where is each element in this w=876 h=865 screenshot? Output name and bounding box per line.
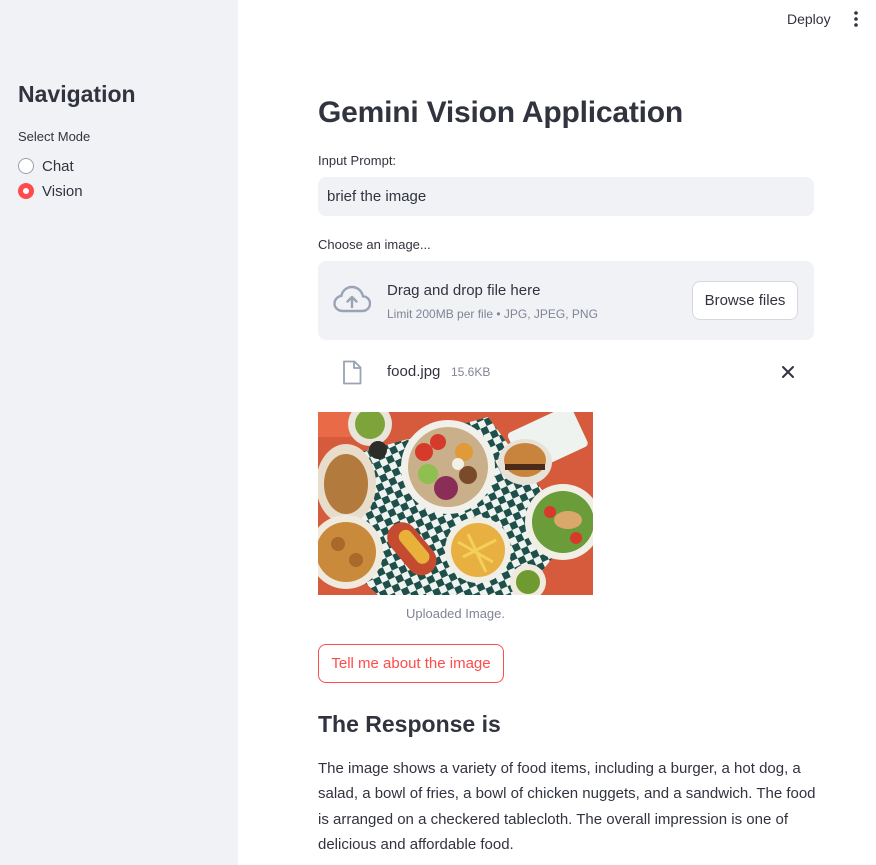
radio-checked-icon	[18, 183, 34, 199]
select-mode-label: Select Mode	[18, 129, 91, 144]
radio-option-label: Vision	[42, 182, 83, 200]
image-caption: Uploaded Image.	[405, 606, 505, 621]
radio-option-label: Chat	[42, 157, 74, 175]
image-uploader-label: Choose an image...	[318, 237, 431, 252]
uploaded-file-item: food.jpg 15.6KB	[318, 352, 814, 392]
close-icon[interactable]	[780, 364, 796, 380]
tell-me-about-image-button[interactable]: Tell me about the image	[318, 644, 504, 683]
response-title: The Response is	[318, 711, 501, 737]
prompt-label: Input Prompt:	[318, 153, 397, 168]
prompt-input[interactable]	[318, 177, 814, 216]
dropzone-limits: Limit 200MB per file • JPG, JPEG, PNG	[387, 307, 598, 321]
page-title: Gemini Vision Application	[318, 96, 684, 129]
radio-unchecked-icon	[18, 158, 34, 174]
radio-option-vision[interactable]: Vision	[18, 181, 83, 201]
sidebar: Navigation Select Mode Chat Vision	[0, 0, 238, 865]
file-size: 15.6KB	[451, 365, 491, 379]
file-icon	[343, 360, 362, 385]
radio-option-chat[interactable]: Chat	[18, 156, 74, 176]
deploy-button[interactable]: Deploy	[787, 10, 831, 28]
cloud-upload-icon	[333, 285, 371, 313]
uploaded-food-image	[318, 412, 593, 595]
kebab-menu-icon[interactable]	[849, 9, 863, 29]
sidebar-title: Navigation	[18, 81, 136, 107]
dropzone-instructions: Drag and drop file here	[387, 282, 541, 299]
file-dropzone[interactable]: Drag and drop file here Limit 200MB per …	[318, 261, 814, 340]
browse-files-button[interactable]: Browse files	[692, 281, 798, 320]
file-name: food.jpg	[387, 363, 441, 380]
response-text: The image shows a variety of food items,…	[318, 760, 816, 853]
app-root: Navigation Select Mode Chat Vision Deplo…	[0, 0, 876, 865]
